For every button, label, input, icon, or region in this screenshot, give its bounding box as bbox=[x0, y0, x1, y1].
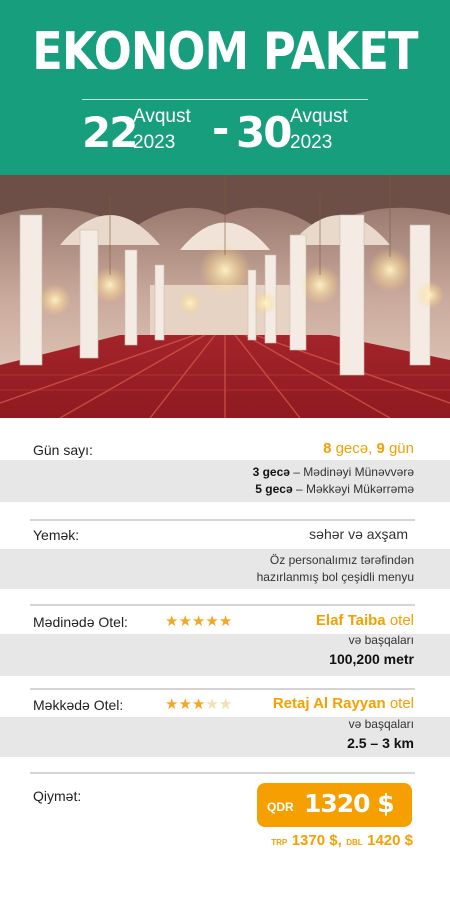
medina-hotel-label: Mədinədə Otel: bbox=[33, 614, 128, 630]
mecca-hotel-label: Məkkədə Otel: bbox=[33, 697, 124, 713]
divider bbox=[30, 688, 415, 690]
start-month: Avqust bbox=[133, 106, 191, 127]
header-divider bbox=[82, 99, 368, 100]
medina-hotel-name: Elaf Taiba otel bbox=[316, 612, 414, 629]
food-label: Yemək: bbox=[33, 527, 80, 543]
medina-hotel-suffix: otel bbox=[389, 612, 414, 629]
food-note-line2: hazırlanmış bol çeşidli menyu bbox=[256, 570, 414, 584]
star-icon: ★ bbox=[165, 696, 179, 713]
mecca-hotel-others: və başqaları bbox=[348, 717, 414, 731]
mecca-hotel-distance: 2.5 – 3 km bbox=[347, 735, 414, 751]
food-note: Öz personalımız tərəfindən hazırlanmış b… bbox=[257, 552, 414, 586]
end-month: Avqust bbox=[290, 106, 348, 127]
header-banner: EKONOM PAKET 22 Avqust 2023 - 30 Avqust … bbox=[0, 0, 450, 175]
star-icon: ★ bbox=[178, 613, 192, 630]
star-icon: ★ bbox=[178, 696, 192, 713]
nights-count: 8 bbox=[323, 440, 332, 457]
end-year: 2023 bbox=[290, 132, 333, 153]
price-label: Qiymət: bbox=[33, 788, 82, 804]
mecca-hotel-suffix: otel bbox=[389, 695, 414, 712]
medina-hotel-others: və başqaları bbox=[348, 633, 414, 647]
star-icon: ★ bbox=[191, 613, 206, 630]
qdr-price: 1320 $ bbox=[304, 789, 395, 818]
days-count: 9 bbox=[376, 440, 385, 457]
room-prices: TRP 1370 $, DBL 1420 $ bbox=[271, 832, 413, 850]
days-breakdown: 3 gecə – Mədinəyi Münəvvərə 5 gecə – Mək… bbox=[253, 464, 414, 498]
date-separator: - bbox=[212, 104, 230, 153]
package-title: EKONOM PAKET bbox=[32, 22, 418, 82]
days-word: gün bbox=[388, 440, 414, 457]
star-icon: ★ bbox=[205, 613, 219, 630]
medina-nights: 3 gecə bbox=[252, 465, 290, 479]
qdr-label: QDR bbox=[267, 800, 294, 814]
days-value: 8 gecə, 9 gün bbox=[323, 440, 414, 457]
star-icon: ★ bbox=[218, 613, 233, 630]
end-day: 30 bbox=[236, 108, 292, 157]
food-note-line1: Öz personalımız tərəfindən bbox=[269, 553, 414, 567]
start-year: 2023 bbox=[133, 132, 176, 153]
days-label: Gün sayı: bbox=[33, 442, 93, 458]
trp-label: TRP bbox=[271, 838, 288, 847]
star-empty-icon: ★ bbox=[205, 696, 219, 713]
mosque-interior-photo bbox=[0, 175, 450, 418]
mecca-hotel-title: Retaj Al Rayyan bbox=[272, 695, 386, 712]
start-day: 22 bbox=[82, 108, 138, 157]
price-badge: QDR 1320 $ bbox=[257, 783, 412, 827]
medina-hotel-title: Elaf Taiba bbox=[315, 612, 386, 629]
divider bbox=[30, 772, 415, 774]
divider bbox=[30, 604, 415, 606]
medina-city: – Mədinəyi Münəvvərə bbox=[289, 465, 414, 479]
mecca-hotel-name: Retaj Al Rayyan otel bbox=[273, 695, 414, 712]
star-icon: ★ bbox=[191, 696, 206, 713]
medina-hotel-rating: ★★★★★ bbox=[165, 612, 232, 630]
nights-word: gecə, bbox=[335, 440, 373, 457]
star-icon: ★ bbox=[165, 613, 179, 630]
mecca-city: – Məkkəyi Mükərrəmə bbox=[292, 482, 414, 496]
food-value: səhər və axşam bbox=[309, 526, 408, 542]
medina-hotel-distance: 100,200 metr bbox=[329, 651, 414, 667]
star-empty-icon: ★ bbox=[218, 696, 233, 713]
dbl-price: 1420 $ bbox=[367, 832, 413, 849]
divider bbox=[30, 519, 415, 521]
dbl-label: DBL bbox=[346, 838, 363, 847]
mecca-nights: 5 gecə bbox=[255, 482, 293, 496]
mecca-hotel-rating: ★★★★★ bbox=[165, 695, 232, 713]
trp-price: 1370 $, bbox=[291, 832, 342, 849]
